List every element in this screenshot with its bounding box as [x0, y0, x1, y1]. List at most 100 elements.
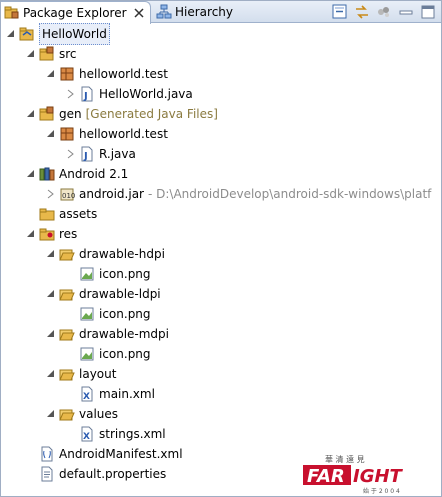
chevron-down-icon[interactable]	[45, 288, 57, 300]
resource-folder-icon	[39, 228, 55, 241]
svg-text:J: J	[83, 151, 88, 162]
tree-item-label: Android 2.1	[59, 167, 129, 181]
chevron-down-icon[interactable]	[45, 248, 57, 260]
view-toolbar	[331, 3, 437, 21]
text-file-icon	[41, 466, 53, 482]
tree-item-project[interactable]: HelloWorld	[5, 23, 110, 45]
chevron-right-icon[interactable]	[65, 88, 77, 100]
folder-open-icon	[59, 409, 75, 421]
tab-hierarchy-label: Hierarchy	[175, 5, 234, 19]
tree-item-android-manifest[interactable]: AndroidManifest.xml	[25, 444, 183, 464]
tree-item-package-gen[interactable]: helloworld.test	[45, 124, 168, 144]
xml-file-icon: X	[81, 386, 93, 402]
tree-item-android-library[interactable]: Android 2.1	[25, 164, 128, 184]
view-menu-icon[interactable]	[375, 3, 393, 21]
image-file-icon	[80, 307, 94, 321]
folder-open-icon	[59, 369, 75, 381]
tree-item-label: icon.png	[99, 347, 151, 361]
tree-item-label: drawable-hdpi	[79, 247, 165, 261]
tree-item-main-xml[interactable]: X main.xml	[65, 384, 155, 404]
folder-open-icon	[59, 329, 75, 341]
collapse-all-icon[interactable]	[331, 3, 349, 21]
watermark-tagline: 始 于 2 0 0 4	[363, 487, 400, 495]
folder-open-icon	[59, 249, 75, 261]
tree-item-label: res	[59, 227, 78, 241]
tree-item-layout[interactable]: layout	[45, 364, 116, 384]
source-folder-icon	[39, 46, 54, 61]
tree-item-strings-xml[interactable]: X strings.xml	[65, 424, 166, 444]
chevron-down-icon[interactable]	[5, 28, 17, 40]
tree-item-label: HelloWorld.java	[99, 87, 193, 101]
java-file-icon: J	[81, 146, 93, 162]
tree-item-drawable-hdpi[interactable]: drawable-hdpi	[45, 244, 165, 264]
tree-item-icon-ldpi[interactable]: icon.png	[65, 304, 151, 324]
jar-path-decoration: - D:\AndroidDevelop\android-sdk-windows\…	[147, 187, 432, 201]
close-icon[interactable]	[133, 7, 145, 19]
tree-item-label: strings.xml	[99, 427, 166, 441]
source-folder-icon	[39, 106, 54, 121]
tree-item-default-properties[interactable]: default.properties	[25, 464, 166, 484]
tree-item-icon-hdpi[interactable]: icon.png	[65, 264, 151, 284]
tab-package-explorer[interactable]: Package Explorer	[1, 1, 151, 24]
minimize-icon[interactable]	[397, 3, 415, 21]
tab-hierarchy[interactable]: Hierarchy	[153, 1, 271, 23]
svg-text:X: X	[83, 392, 90, 402]
tree-item-r-java[interactable]: J R.java	[65, 144, 136, 164]
view-tab-bar: Package Explorer Hierarchy	[1, 1, 441, 24]
watermark-brand-right: IGHT	[353, 466, 404, 487]
chevron-down-icon[interactable]	[45, 408, 57, 420]
chevron-right-icon[interactable]	[45, 188, 57, 200]
image-file-icon	[80, 347, 94, 361]
tree-item-src[interactable]: src	[25, 44, 77, 64]
chevron-down-icon[interactable]	[45, 68, 57, 80]
tree-item-helloworld-java[interactable]: J HelloWorld.java	[65, 84, 193, 104]
tree-item-res[interactable]: res	[25, 224, 77, 244]
tree-item-label: android.jar	[79, 187, 144, 201]
maximize-icon[interactable]	[419, 3, 437, 21]
link-with-editor-icon[interactable]	[353, 3, 371, 21]
chevron-down-icon[interactable]	[45, 128, 57, 140]
tree-item-assets[interactable]: assets	[25, 204, 97, 224]
package-icon	[60, 127, 74, 141]
image-file-icon	[80, 267, 94, 281]
tree-item-gen[interactable]: gen [Generated Java Files]	[25, 104, 218, 124]
chevron-down-icon[interactable]	[45, 328, 57, 340]
project-icon	[19, 27, 34, 41]
tree-item-label: icon.png	[99, 307, 151, 321]
tree-item-label: gen	[59, 107, 82, 121]
tree-item-label: helloworld.test	[79, 67, 168, 81]
chevron-down-icon[interactable]	[25, 228, 37, 240]
hierarchy-icon	[156, 4, 172, 19]
tree-item-android-jar[interactable]: 010 android.jar - D:\AndroidDevelop\andr…	[45, 184, 431, 204]
svg-text:X: X	[83, 432, 90, 442]
chevron-down-icon[interactable]	[25, 108, 37, 120]
chevron-down-icon[interactable]	[25, 48, 37, 60]
jar-file-icon: 010	[60, 188, 75, 201]
chevron-right-icon[interactable]	[65, 148, 77, 160]
tree-item-label: helloworld.test	[79, 127, 168, 141]
folder-icon	[39, 208, 55, 221]
tree-item-label: layout	[79, 367, 117, 381]
tree-item-label: R.java	[99, 147, 136, 161]
svg-text:010: 010	[62, 192, 75, 200]
tree-item-label: main.xml	[99, 387, 155, 401]
tree-item-icon-mdpi[interactable]: icon.png	[65, 344, 151, 364]
tree-item-drawable-mdpi[interactable]: drawable-mdpi	[45, 324, 169, 344]
tree-item-values[interactable]: values	[45, 404, 118, 424]
tree-item-label: drawable-mdpi	[79, 327, 169, 341]
tree-item-label: icon.png	[99, 267, 151, 281]
tree-item-label: default.properties	[59, 467, 167, 481]
chevron-down-icon[interactable]	[25, 168, 37, 180]
folder-open-icon	[59, 289, 75, 301]
package-icon	[60, 67, 74, 81]
watermark-brand-left: FAR	[307, 466, 345, 487]
tree-item-label: AndroidManifest.xml	[59, 447, 183, 461]
package-explorer-icon	[4, 6, 19, 19]
tree-item-label: HelloWorld	[39, 23, 110, 45]
chevron-down-icon[interactable]	[45, 368, 57, 380]
tree-item-drawable-ldpi[interactable]: drawable-ldpi	[45, 284, 161, 304]
tab-package-explorer-label: Package Explorer	[23, 6, 127, 20]
tree-item-package-src[interactable]: helloworld.test	[45, 64, 168, 84]
tree-item-label: values	[79, 407, 119, 421]
tree-item-label: src	[59, 47, 77, 61]
